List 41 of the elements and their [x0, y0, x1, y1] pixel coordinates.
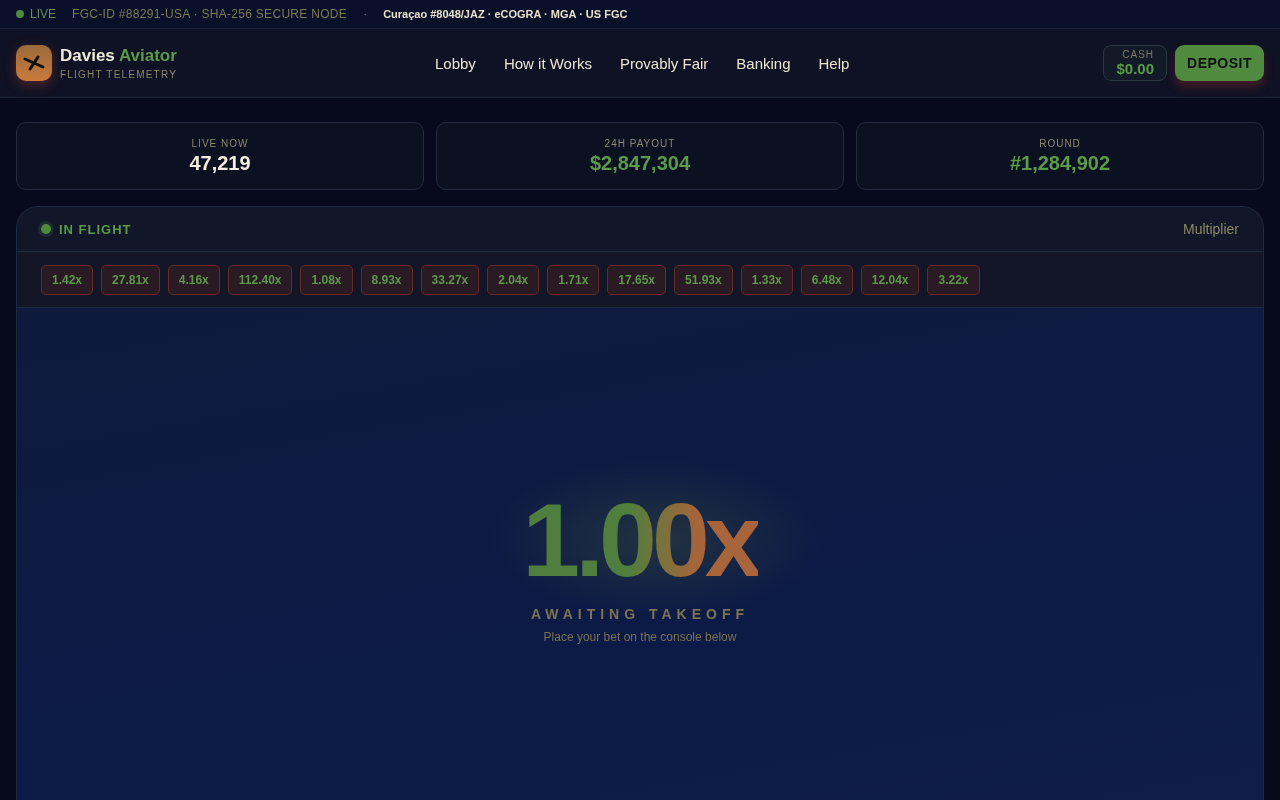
nav-link[interactable]: Provably Fair: [619, 54, 709, 72]
multiplier-chip: 51.93x: [674, 264, 733, 295]
multiplier-chip: 4.16x: [167, 264, 220, 295]
multiplier-chip: 6.48x: [800, 264, 853, 295]
status-dot: [41, 224, 51, 234]
stat-value: $2,847,304: [589, 151, 691, 175]
flight-status: IN FLIGHT: [59, 221, 132, 237]
live-dot: [16, 10, 24, 18]
multiplier-chip: 1.08x: [300, 264, 353, 295]
cash-balance: CASH $0.00: [1103, 45, 1168, 81]
multiplier-chip: 112.40x: [227, 264, 293, 295]
stat-label: 24H PAYOUT: [604, 137, 676, 149]
multiplier-chip: 3.22x: [927, 264, 980, 295]
node-id: FGC-ID #88291-USA · SHA-256 SECURE NODE: [72, 7, 348, 21]
stat-value: #1,284,902: [1009, 151, 1111, 175]
flight-state: AWAITING TAKEOFF: [530, 606, 750, 622]
multiplier-chip: 12.04x: [860, 264, 920, 295]
panel-title: Multiplier: [1183, 221, 1239, 237]
separator: ·: [363, 7, 368, 21]
multiplier-chip: 1.42x: [41, 264, 94, 295]
brand-name: Davies Aviator: [60, 46, 177, 66]
deposit-button[interactable]: DEPOSIT: [1175, 45, 1264, 81]
brand-subtitle: FLIGHT TELEMETRY: [60, 69, 177, 80]
multiplier-chip: 8.93x: [360, 264, 413, 295]
multiplier-chip: 33.27x: [420, 264, 480, 295]
multiplier-chip: 1.33x: [740, 264, 793, 295]
plane-icon[interactable]: [16, 45, 52, 81]
bet-hint: Place your bet on the console below: [543, 630, 737, 644]
stat-label: LIVE NOW: [191, 137, 249, 149]
nav-link[interactable]: Help: [818, 54, 850, 72]
multiplier-chip: 27.81x: [101, 264, 160, 295]
multiplier-chip: 1.71x: [547, 264, 600, 295]
nav-link[interactable]: Banking: [736, 54, 791, 72]
multiplier-chip: 17.65x: [607, 264, 666, 295]
stat-value: 47,219: [189, 151, 251, 175]
stat-label: ROUND: [1039, 137, 1081, 149]
license-list: Curaçao #8048/JAZ · eCOGRA · MGA · US FGC: [383, 8, 628, 20]
nav-link[interactable]: How it Works: [503, 54, 592, 72]
live-label: LIVE: [30, 7, 56, 21]
nav-link[interactable]: Lobby: [435, 54, 476, 72]
multiplier-chip: 2.04x: [487, 264, 540, 295]
